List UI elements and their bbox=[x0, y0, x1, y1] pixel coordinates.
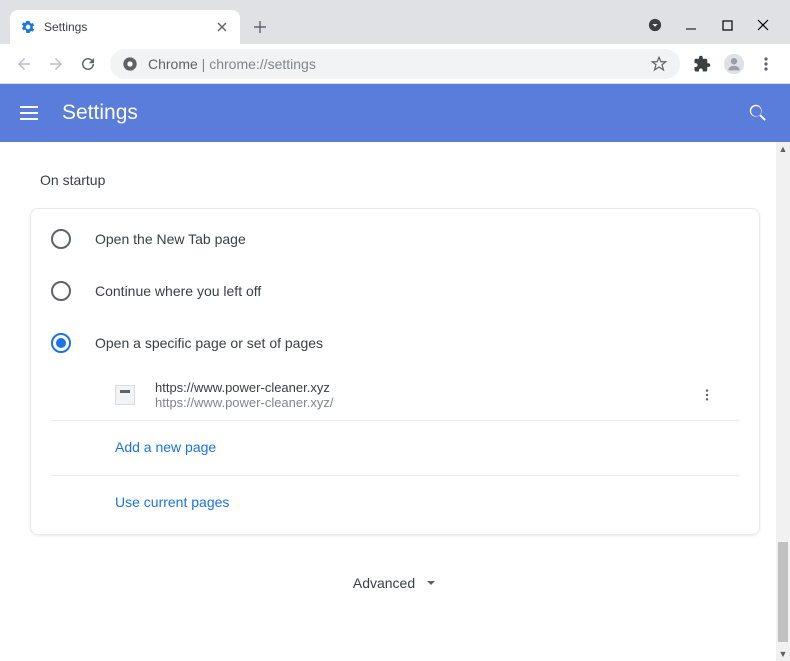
chevron-down-icon bbox=[425, 577, 437, 589]
close-icon[interactable] bbox=[214, 19, 230, 35]
browser-toolbar: Chrome | chrome://settings bbox=[0, 44, 790, 84]
advanced-toggle[interactable]: Advanced bbox=[0, 535, 790, 611]
reload-button[interactable] bbox=[72, 48, 104, 80]
page-favicon bbox=[115, 385, 135, 405]
dropdown-icon[interactable] bbox=[648, 18, 662, 32]
scrollbar[interactable]: ▲ ▼ bbox=[776, 142, 790, 661]
page-item-title: https://www.power-cleaner.xyz bbox=[155, 380, 695, 395]
maximize-button[interactable] bbox=[720, 18, 734, 32]
radio-icon bbox=[51, 229, 71, 249]
back-button[interactable] bbox=[8, 48, 40, 80]
option-specific-page[interactable]: Open a specific page or set of pages bbox=[31, 317, 759, 369]
advanced-label: Advanced bbox=[353, 575, 415, 591]
scroll-thumb[interactable] bbox=[778, 542, 788, 642]
new-tab-button[interactable] bbox=[246, 13, 274, 41]
startup-card: Open the New Tab page Continue where you… bbox=[30, 208, 760, 535]
scroll-down-icon[interactable]: ▼ bbox=[776, 647, 790, 661]
extensions-icon[interactable] bbox=[686, 48, 718, 80]
use-current-link[interactable]: Use current pages bbox=[115, 494, 229, 510]
option-label: Open the New Tab page bbox=[95, 231, 246, 247]
option-new-tab[interactable]: Open the New Tab page bbox=[31, 213, 759, 265]
forward-button[interactable] bbox=[40, 48, 72, 80]
window-controls bbox=[648, 18, 790, 44]
minimize-button[interactable] bbox=[684, 18, 698, 32]
gear-icon bbox=[20, 19, 36, 35]
close-button[interactable] bbox=[756, 18, 770, 32]
radio-icon bbox=[51, 281, 71, 301]
browser-tab[interactable]: Settings bbox=[10, 10, 240, 44]
option-label: Open a specific page or set of pages bbox=[95, 335, 323, 351]
tab-title: Settings bbox=[44, 20, 214, 34]
add-page-row: Add a new page bbox=[51, 420, 739, 475]
profile-icon[interactable] bbox=[718, 48, 750, 80]
window-titlebar: Settings bbox=[0, 0, 790, 44]
page-item-url: https://www.power-cleaner.xyz/ bbox=[155, 395, 695, 410]
address-text: Chrome | chrome://settings bbox=[148, 56, 316, 72]
hamburger-icon[interactable] bbox=[20, 101, 44, 125]
option-label: Continue where you left off bbox=[95, 283, 261, 299]
settings-header: Settings bbox=[0, 84, 790, 142]
menu-icon[interactable] bbox=[750, 48, 782, 80]
section-title: On startup bbox=[40, 172, 790, 188]
address-bar[interactable]: Chrome | chrome://settings bbox=[110, 49, 680, 79]
star-icon[interactable] bbox=[650, 55, 668, 73]
more-icon[interactable] bbox=[695, 383, 719, 407]
radio-icon bbox=[51, 333, 71, 353]
scroll-up-icon[interactable]: ▲ bbox=[776, 142, 790, 156]
chrome-icon bbox=[122, 56, 138, 72]
search-icon[interactable] bbox=[746, 101, 770, 125]
option-continue[interactable]: Continue where you left off bbox=[31, 265, 759, 317]
use-current-row: Use current pages bbox=[51, 475, 739, 530]
startup-page-row: https://www.power-cleaner.xyz https://ww… bbox=[51, 369, 739, 420]
page-title: Settings bbox=[62, 101, 746, 125]
content-area: On startup Open the New Tab page Continu… bbox=[0, 142, 790, 661]
add-page-link[interactable]: Add a new page bbox=[115, 439, 216, 455]
